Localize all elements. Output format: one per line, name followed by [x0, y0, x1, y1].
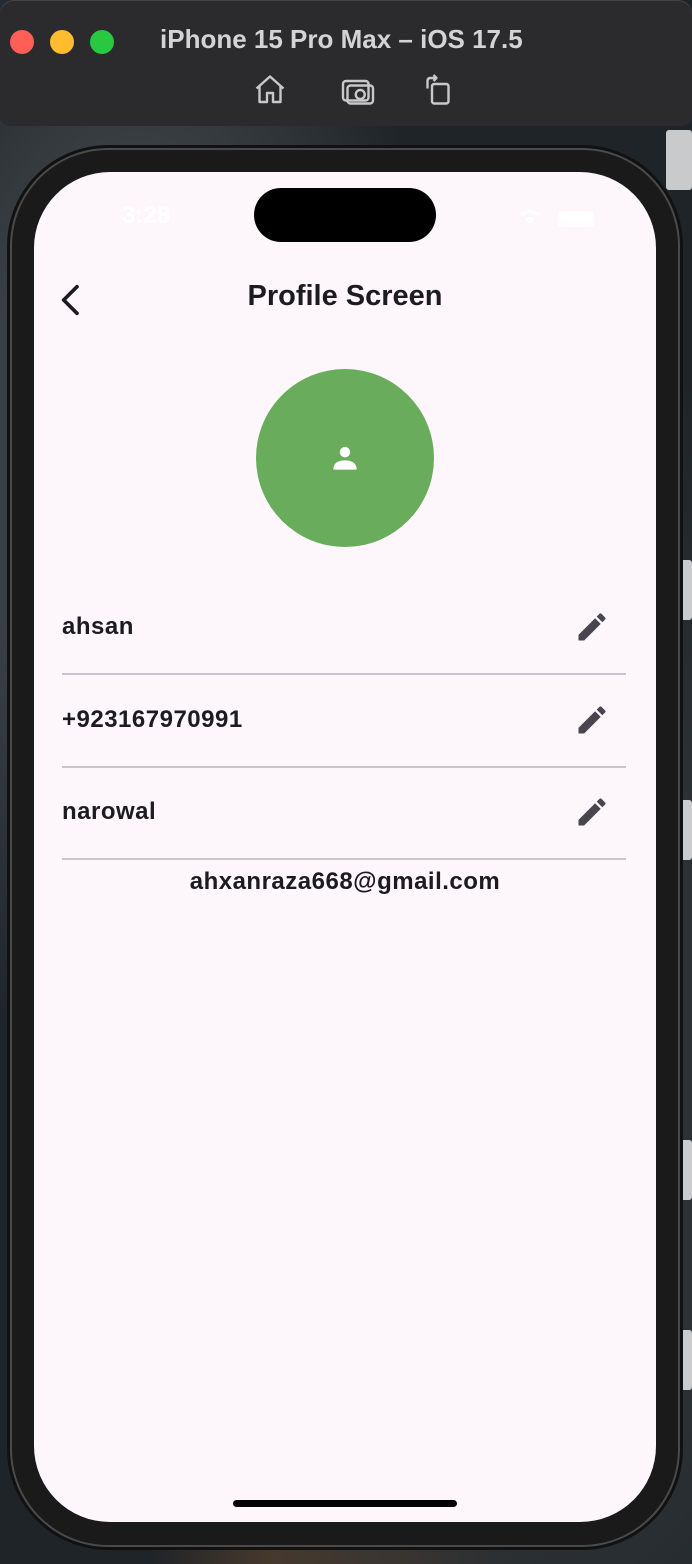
phone-field-row: +923167970991: [62, 674, 626, 768]
profile-avatar[interactable]: [256, 369, 434, 547]
pencil-icon: [578, 706, 606, 734]
name-field-row: ahsan: [62, 581, 626, 675]
rotate-icon[interactable]: [420, 72, 456, 108]
wifi-icon: [516, 206, 544, 231]
zoom-window-button[interactable]: [90, 30, 114, 54]
pencil-icon: [578, 798, 606, 826]
battery-icon: [558, 210, 594, 227]
phone-frame: 3:28 Profile Screen ahsan +923167970991 …: [12, 150, 678, 1545]
window-title: iPhone 15 Pro Max – iOS 17.5: [160, 24, 523, 54]
name-value: ahsan: [62, 613, 134, 640]
pencil-icon: [578, 613, 606, 641]
dynamic-island: [254, 188, 436, 242]
edit-phone-button[interactable]: [574, 702, 610, 738]
phone-screen: 3:28 Profile Screen ahsan +923167970991 …: [34, 172, 656, 1522]
close-window-button[interactable]: [10, 30, 34, 54]
status-time: 3:28: [122, 202, 171, 229]
desktop-window-thumb: [666, 130, 692, 190]
status-indicators: [516, 206, 594, 231]
edit-name-button[interactable]: [574, 609, 610, 645]
city-field-row: narowal: [62, 766, 626, 860]
minimize-window-button[interactable]: [50, 30, 74, 54]
screenshot-icon[interactable]: [340, 72, 376, 108]
edit-city-button[interactable]: [574, 794, 610, 830]
email-text: ahxanraza668@gmail.com: [189, 868, 501, 895]
city-value: narowal: [62, 798, 157, 825]
phone-value: +923167970991: [62, 706, 243, 733]
page-title: Profile Screen: [247, 280, 443, 312]
simulator-titlebar: iPhone 15 Pro Max – iOS 17.5: [0, 0, 692, 126]
home-indicator[interactable]: [233, 1500, 457, 1507]
home-icon[interactable]: [252, 72, 288, 108]
person-icon: [333, 446, 357, 470]
